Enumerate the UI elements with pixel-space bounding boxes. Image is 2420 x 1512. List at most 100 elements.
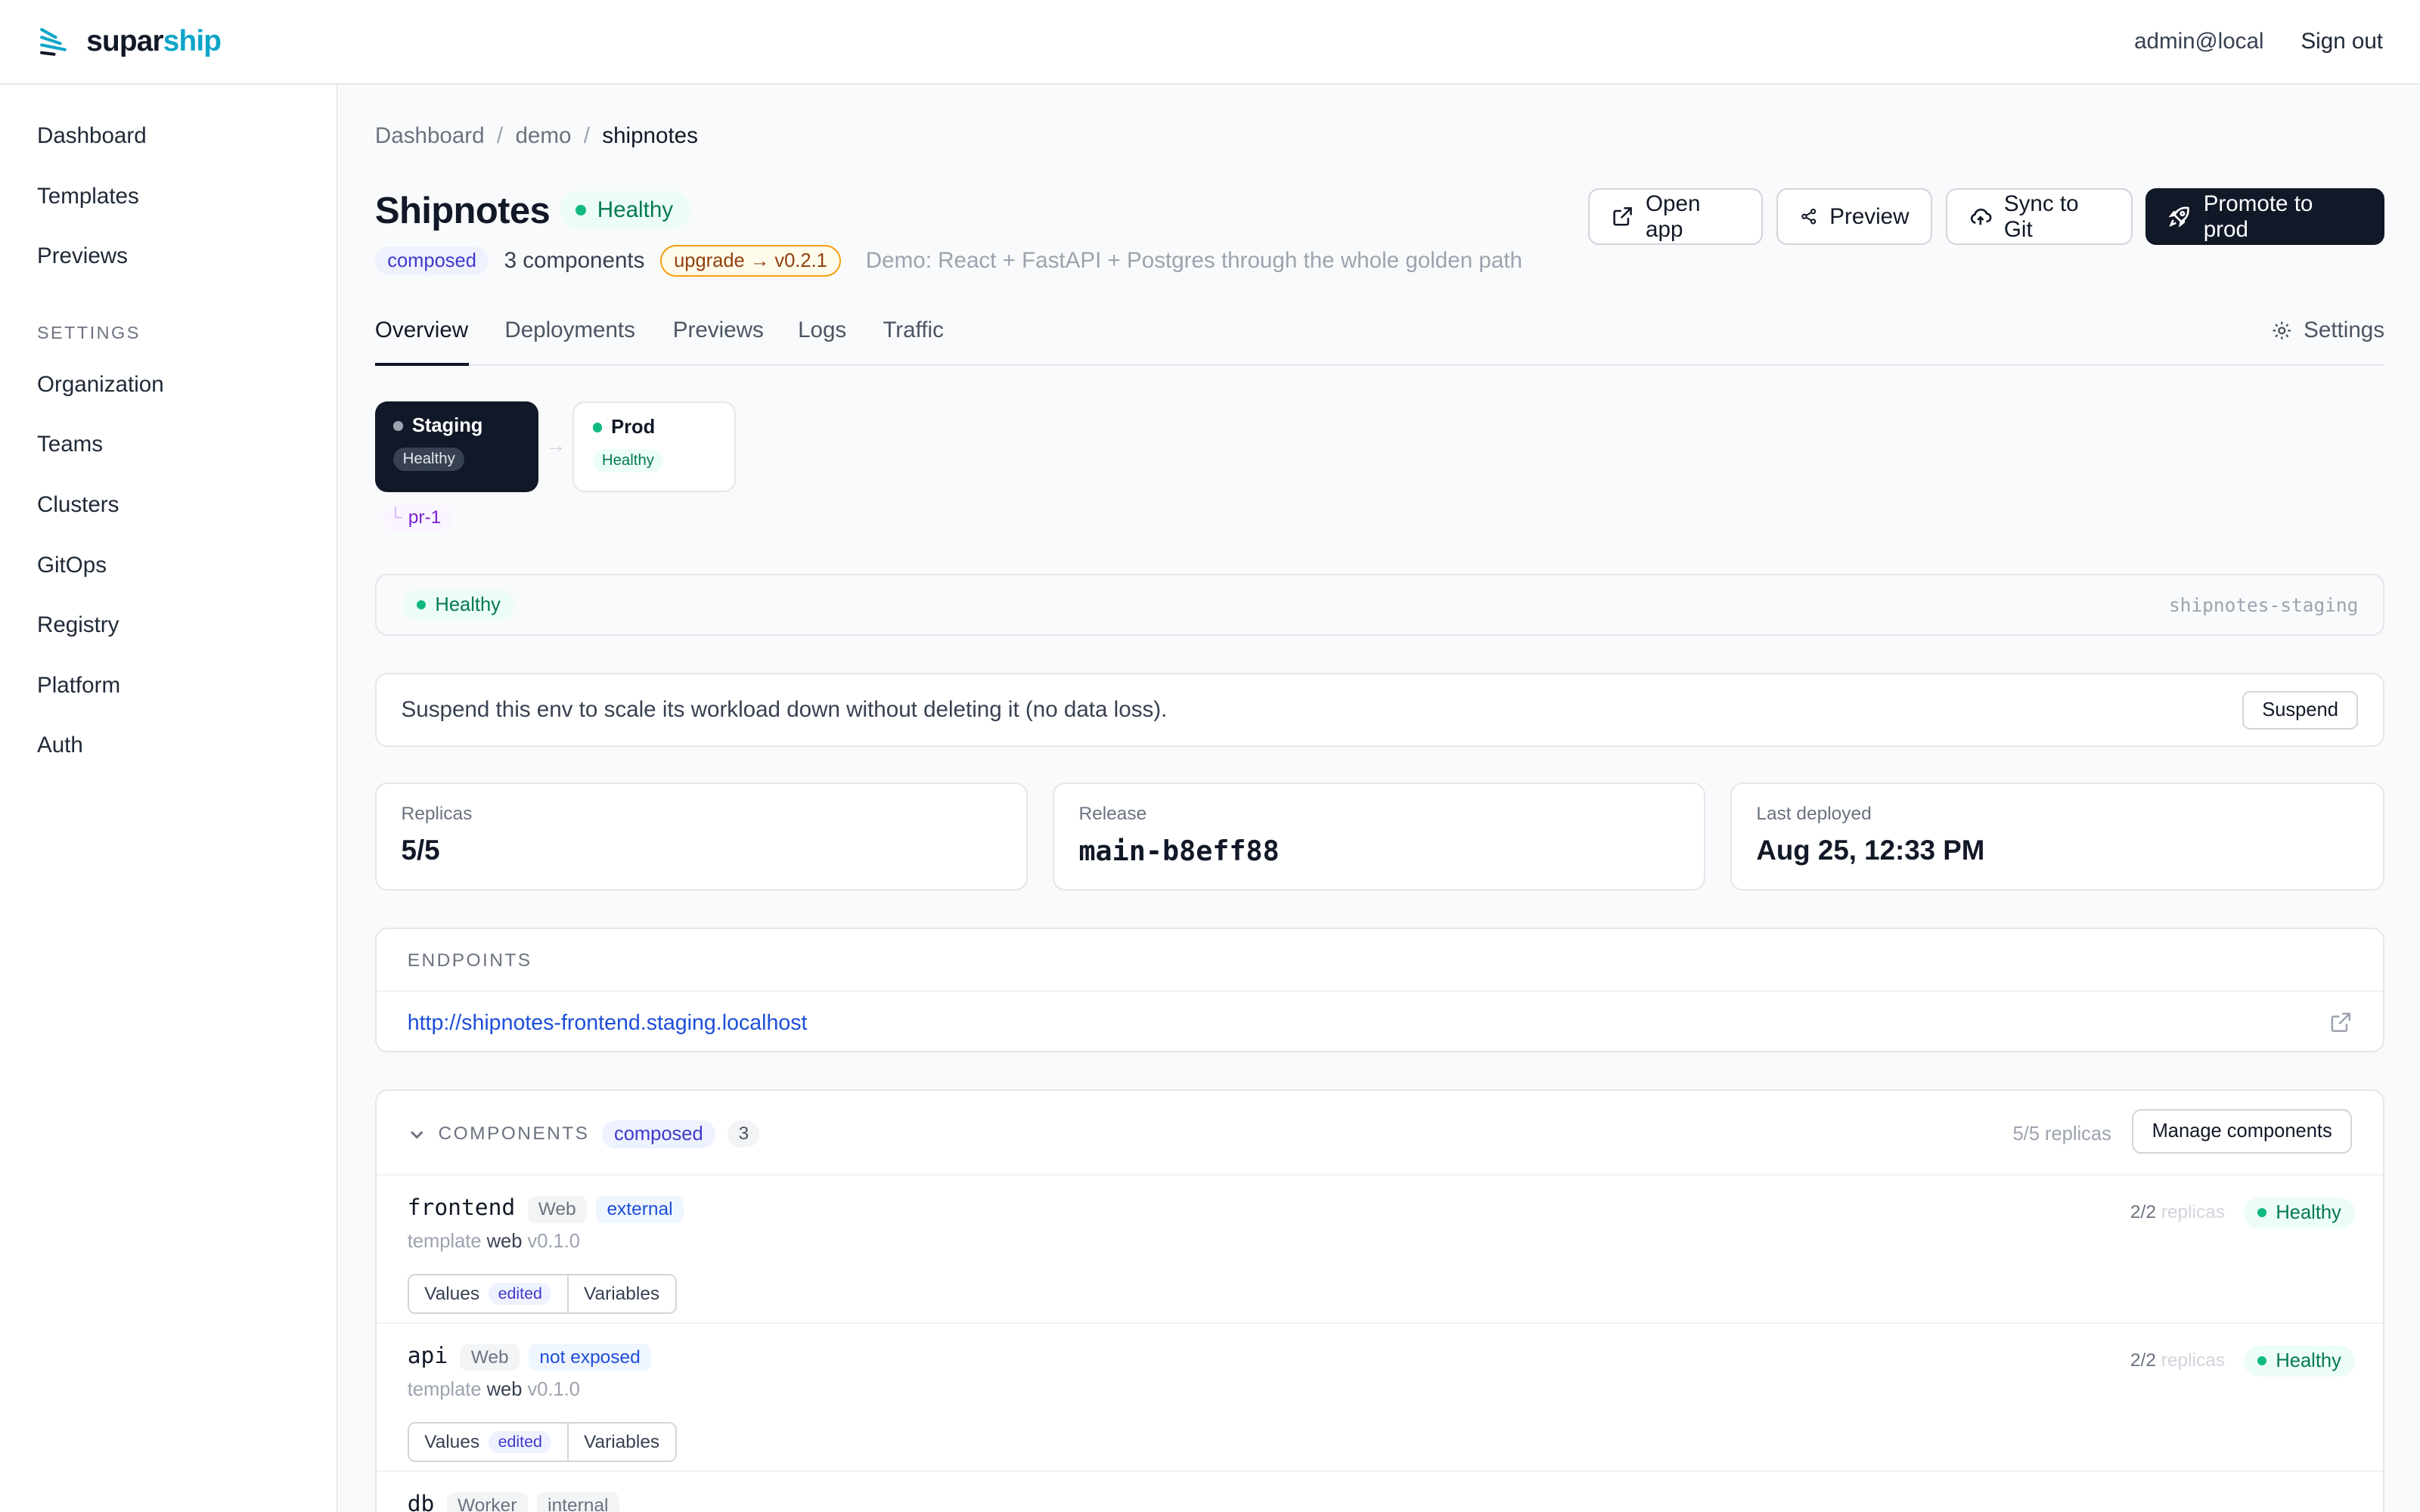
sync-label: Sync to Git: [2003, 191, 2079, 242]
page-title: Shipnotes: [374, 191, 551, 231]
values-button[interactable]: Values edited: [409, 1275, 567, 1312]
preview-env-chip[interactable]: └ pr-1: [383, 504, 454, 532]
current-user: admin@local: [2134, 29, 2264, 54]
arrow-right-icon: →: [544, 433, 566, 458]
sidebar-section-settings: SETTINGS: [36, 322, 141, 342]
divider: [376, 1470, 2384, 1472]
suspend-button[interactable]: Suspend: [2242, 691, 2359, 730]
top-bar: suparship admin@local Sign out: [0, 0, 2420, 85]
app-description: Demo: React + FastAPI + Postgres through…: [865, 248, 1522, 274]
preview-button[interactable]: Preview: [1776, 187, 1933, 246]
sidebar-item-clusters[interactable]: Clusters: [37, 492, 119, 518]
open-app-button[interactable]: Open app: [1587, 187, 1763, 246]
variables-button[interactable]: Variables: [566, 1424, 675, 1461]
upgrade-badge[interactable]: upgrade → v0.2.1: [659, 245, 842, 277]
endpoints-heading: ENDPOINTS: [407, 950, 532, 971]
endpoint-link[interactable]: http://shipnotes-frontend.staging.localh…: [408, 1011, 808, 1036]
tab-previews[interactable]: Previews: [673, 318, 764, 343]
replica-count: 2/2 replicas: [2130, 1350, 2226, 1371]
component-row-frontend: frontend Web external template web v0.1.0 …: [407, 1192, 2356, 1315]
replicas-summary: 5/5 replicas: [2012, 1123, 2111, 1145]
suspend-panel: Suspend this env to scale its workload d…: [374, 672, 2385, 747]
promote-label: Promote to prod: [2203, 191, 2313, 242]
component-config-tabs: Values edited Variables: [407, 1274, 677, 1315]
component-name[interactable]: db: [408, 1491, 435, 1512]
values-button[interactable]: Values edited: [409, 1424, 567, 1461]
stat-value: main-b8eff88: [1078, 835, 1280, 868]
settings-tab[interactable]: Settings: [2271, 318, 2384, 343]
promote-to-prod-button[interactable]: Promote to prod: [2145, 187, 2385, 246]
status-badge: Healthy: [2243, 1345, 2356, 1377]
gear-icon: [2273, 321, 2291, 339]
main-content: Dashboard / demo / shipnotes Shipnotes H…: [339, 85, 2420, 1512]
manage-components-button[interactable]: Manage components: [2132, 1109, 2353, 1154]
component-template: template web v0.1.0: [407, 1230, 580, 1252]
component-row-api: api Web not exposed template web v0.1.0 Va…: [407, 1340, 2356, 1463]
sidebar-item-registry[interactable]: Registry: [37, 612, 119, 638]
sidebar-item-organization[interactable]: Organization: [37, 372, 164, 398]
component-row-db: db Worker internal: [408, 1489, 2355, 1512]
open-app-label: Open app: [1646, 191, 1701, 242]
divider: [376, 1321, 2384, 1324]
sidebar-item-teams[interactable]: Teams: [37, 432, 103, 457]
breadcrumb-dashboard[interactable]: Dashboard: [375, 123, 485, 149]
env-status-chip: Healthy: [592, 449, 664, 473]
env-card-prod[interactable]: Prod Healthy: [572, 401, 737, 492]
external-link-icon[interactable]: [2329, 1011, 2353, 1034]
settings-label: Settings: [2304, 318, 2385, 343]
breadcrumb-current: shipnotes: [602, 123, 698, 149]
breadcrumb: Dashboard / demo / shipnotes: [375, 123, 698, 149]
tab-logs[interactable]: Logs: [798, 318, 846, 343]
status-badge: Healthy: [560, 191, 690, 230]
tab-overview[interactable]: Overview: [375, 318, 468, 343]
sidebar-item-gitops[interactable]: GitOps: [37, 553, 107, 578]
sign-out-link[interactable]: Sign out: [2301, 29, 2383, 54]
component-kind: Worker: [446, 1492, 528, 1512]
components-panel: COMPONENTS composed 3 5/5 replicas Manag…: [374, 1089, 2385, 1512]
sidebar-item-platform[interactable]: Platform: [37, 673, 120, 699]
active-tab-indicator: [374, 362, 470, 366]
variables-button[interactable]: Variables: [566, 1275, 675, 1313]
divider: [376, 1173, 2384, 1176]
stat-label: Release: [1078, 804, 1147, 825]
sidebar-item-auth[interactable]: Auth: [37, 733, 83, 758]
component-name[interactable]: api: [408, 1343, 448, 1368]
share-icon: [1801, 209, 1816, 225]
status-label: Healthy: [597, 197, 674, 223]
sidebar-item-dashboard[interactable]: Dashboard: [37, 123, 147, 149]
cloud-upload-icon: [1970, 209, 1992, 225]
namespace-label: shipnotes-staging: [2168, 593, 2359, 616]
suspend-description: Suspend this env to scale its workload d…: [401, 697, 1168, 723]
composed-tag: composed: [374, 246, 489, 275]
stat-value: Aug 25, 12:33 PM: [1756, 835, 1985, 866]
env-card-staging[interactable]: Staging Healthy: [374, 401, 539, 492]
edited-badge: edited: [489, 1431, 552, 1454]
app-meta: composed 3 components upgrade → v0.2.1 D…: [374, 245, 1522, 277]
divider: [376, 990, 2384, 993]
tab-bar: Overview Deployments Previews Logs Traff…: [374, 311, 2385, 366]
tab-deployments[interactable]: Deployments: [504, 318, 635, 343]
replica-count: 2/2 replicas: [2130, 1202, 2226, 1223]
status-dot: [576, 205, 587, 216]
tab-traffic[interactable]: Traffic: [883, 318, 944, 343]
sync-to-git-button[interactable]: Sync to Git: [1946, 187, 2133, 246]
sidebar-item-templates[interactable]: Templates: [37, 184, 139, 209]
component-exposure: external: [596, 1196, 684, 1223]
components-count-chip: 3: [728, 1120, 760, 1148]
env-status-chip: Healthy: [393, 448, 464, 472]
breadcrumb-demo[interactable]: demo: [515, 123, 571, 149]
breadcrumb-separator: /: [496, 123, 504, 149]
stat-replicas: Replicas 5/5: [374, 782, 1028, 891]
component-kind: Web: [527, 1196, 587, 1223]
stat-release: Release main-b8eff88: [1052, 782, 1706, 891]
components-heading: COMPONENTS: [438, 1123, 590, 1145]
chevron-down-icon[interactable]: [408, 1125, 426, 1143]
component-name[interactable]: frontend: [408, 1194, 515, 1220]
stat-last-deployed: Last deployed Aug 25, 12:33 PM: [1730, 782, 2385, 891]
env-status-badge: Healthy: [402, 589, 515, 621]
component-exposure: internal: [536, 1492, 619, 1512]
stat-label: Replicas: [401, 804, 473, 825]
sidebar-item-previews[interactable]: Previews: [37, 243, 128, 269]
env-name: Staging: [393, 415, 520, 437]
logo[interactable]: suparship: [37, 25, 222, 59]
